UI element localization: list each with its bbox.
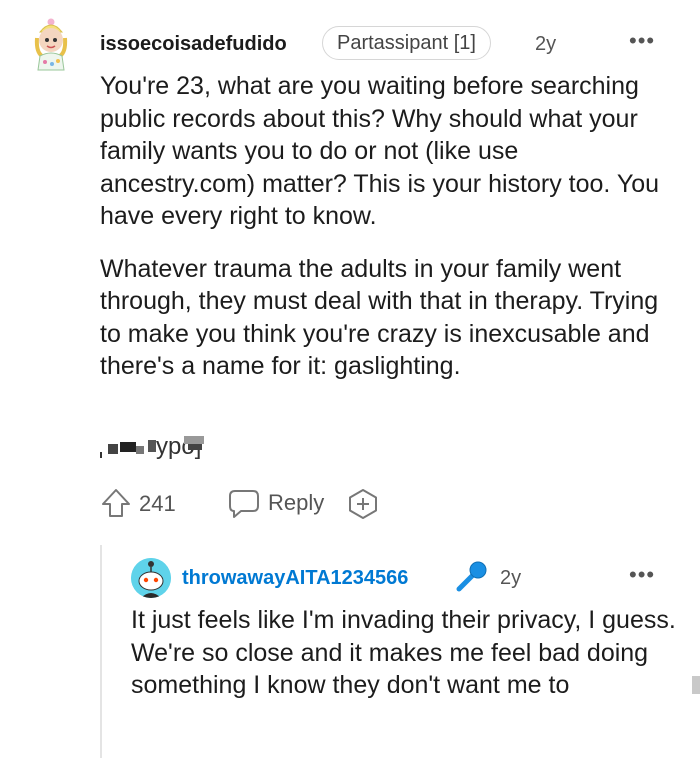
- reply-username[interactable]: throwawayAITA1234566: [182, 567, 408, 590]
- more-options-icon[interactable]: •••: [629, 28, 655, 54]
- reply-icon[interactable]: [227, 488, 261, 520]
- reply-more-options-icon[interactable]: •••: [629, 562, 655, 588]
- comment-paragraph: You're 23, what are you waiting before s…: [100, 72, 660, 230]
- vote-score: 241: [139, 491, 176, 516]
- comment-age: 2y: [535, 33, 557, 55]
- reply-button[interactable]: Reply: [268, 490, 324, 516]
- microphone-icon: [454, 560, 488, 594]
- user-avatar[interactable]: [26, 16, 76, 72]
- reply-body: It just feels like I'm invading their pr…: [131, 606, 676, 699]
- user-flair-badge: Partassipant [1]: [322, 26, 491, 60]
- comment-body: You're 23, what are you waiting before s…: [100, 70, 670, 403]
- upvote-icon[interactable]: [100, 487, 132, 519]
- redacted-edit-note: ypo]: [100, 430, 240, 464]
- comment-paragraph: Whatever trauma the adults in your famil…: [100, 254, 659, 381]
- comment-username[interactable]: issoecoisadefudido: [100, 33, 287, 56]
- scrollbar-thumb[interactable]: [692, 676, 700, 694]
- reply-user-avatar[interactable]: [131, 558, 171, 598]
- thread-line[interactable]: [100, 545, 102, 758]
- reply-age: 2y: [500, 567, 522, 589]
- award-plus-icon[interactable]: [347, 488, 379, 520]
